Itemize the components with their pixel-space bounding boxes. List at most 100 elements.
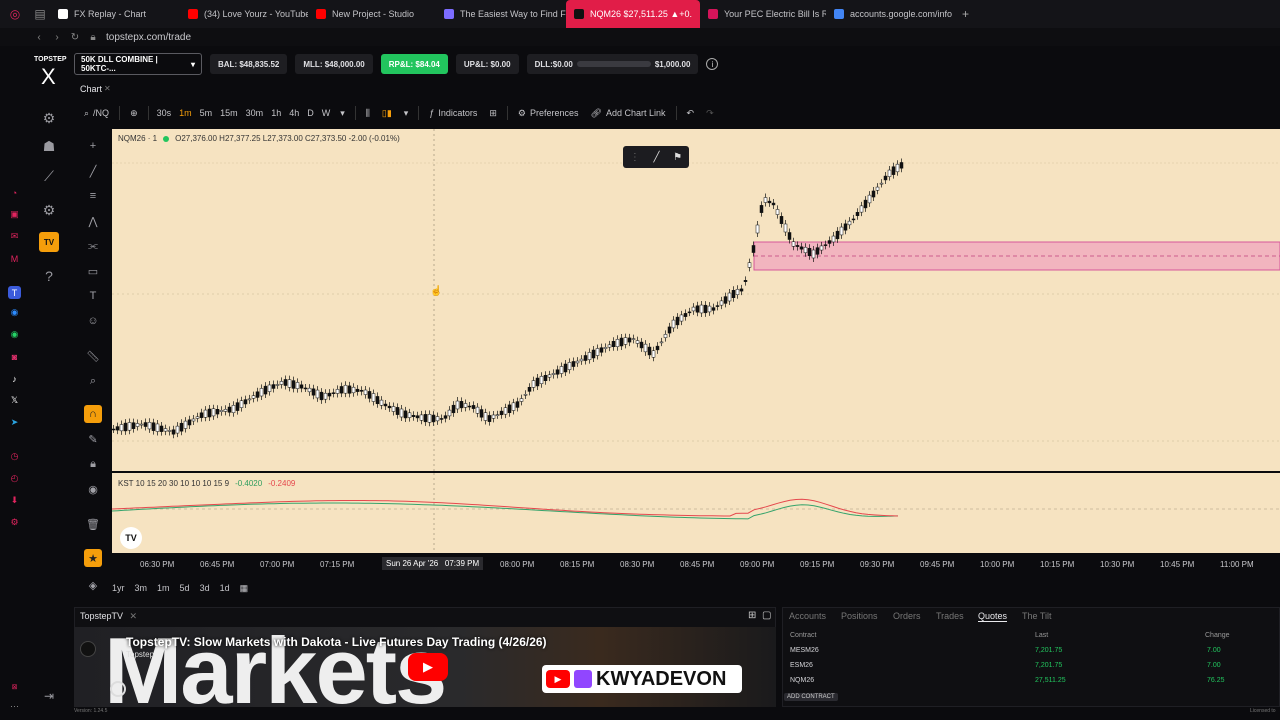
clock-icon[interactable]: ◴ — [8, 472, 21, 485]
flag-icon[interactable]: ⚑ — [673, 152, 682, 163]
add-symbol-icon[interactable]: ⊕ — [124, 103, 144, 123]
tiktok-icon[interactable]: ♪ — [8, 372, 21, 385]
app-icon-1[interactable]: ◔ — [8, 186, 21, 199]
timeframe-5m[interactable]: 5m — [196, 103, 217, 123]
fib-icon[interactable]: ⫘ — [84, 237, 102, 255]
range-1m[interactable]: 1m — [157, 583, 170, 593]
price-chart-canvas[interactable] — [112, 129, 1280, 471]
pencil-lock-icon[interactable]: ✎ — [84, 430, 102, 448]
browser-tab[interactable]: NQM26 $27,511.25 ▲+0. — [566, 0, 700, 28]
forward-icon[interactable]: › — [48, 32, 66, 43]
quotes-tab-positions[interactable]: Positions — [841, 611, 878, 621]
settings-rail-icon[interactable]: ⚙ — [8, 516, 21, 529]
rectangle-icon[interactable]: ▭ — [84, 262, 102, 280]
video-player[interactable]: Markets TopstepTV: Slow Markets with Dak… — [74, 627, 776, 707]
quote-contract[interactable]: ESM26 — [790, 662, 813, 669]
zoom-icon[interactable]: ⌕ — [84, 372, 102, 390]
quotes-tab-the-tilt[interactable]: The Tilt — [1022, 611, 1052, 621]
whatsapp-icon[interactable]: ◉ — [8, 328, 21, 341]
layers-icon[interactable]: ◈ — [84, 576, 102, 594]
browser-tab[interactable]: Your PEC Electric Bill Is R — [700, 0, 826, 28]
drag-handle-icon[interactable]: ⋮ — [630, 152, 640, 163]
quotes-tab-accounts[interactable]: Accounts — [789, 611, 826, 621]
symbol-search[interactable]: ⌕/NQ — [78, 103, 115, 123]
settings-icon[interactable]: ⚙ — [39, 200, 59, 220]
instagram-icon[interactable]: ◙ — [8, 350, 21, 363]
info-icon[interactable]: i — [706, 58, 719, 70]
text-tool-icon[interactable]: T — [84, 287, 102, 305]
range-3d[interactable]: 3d — [200, 583, 210, 593]
emoji-icon[interactable]: ☺ — [84, 312, 102, 330]
quotes-tab-orders[interactable]: Orders — [893, 611, 921, 621]
browser-tab[interactable]: accounts.google.com/info — [826, 0, 954, 28]
quote-contract[interactable]: NQM26 — [790, 677, 814, 684]
trash-icon[interactable]: 🗑︎ — [84, 515, 102, 533]
timeframe-1h[interactable]: 1h — [267, 103, 285, 123]
templates-icon[interactable]: ⊞ — [483, 103, 503, 123]
dashboard-icon[interactable]: ⚙ — [39, 108, 59, 128]
help-icon[interactable]: ? — [39, 266, 59, 286]
indicators-button[interactable]: ƒ Indicators — [423, 103, 483, 123]
timeframe-1m[interactable]: 1m — [175, 103, 196, 123]
timeframe-15m[interactable]: 15m — [216, 103, 242, 123]
back-icon[interactable]: ‹ — [30, 32, 48, 43]
timeframe-30s[interactable]: 30s — [153, 103, 176, 123]
x-icon[interactable]: 𝕏 — [8, 394, 21, 407]
horizontal-lines-icon[interactable]: ≡ — [84, 187, 102, 205]
bar-style-icon[interactable]: ⫼ — [360, 103, 376, 123]
more-rail-icon[interactable]: ⋯ — [8, 700, 21, 713]
download-icon[interactable]: ⬇ — [8, 494, 21, 507]
video-title[interactable]: TopstepTV: Slow Markets with Dakota - Li… — [126, 635, 547, 649]
browser-tab[interactable]: The Easiest Way to Find F — [436, 0, 566, 28]
range-3m[interactable]: 3m — [135, 583, 148, 593]
add-panel-icon[interactable]: ⊞ — [748, 610, 756, 621]
price-chart[interactable]: NQM26 · 1 O27,376.00 H27,377.25 L27,373.… — [112, 129, 1280, 471]
account-selector[interactable]: 50K DLL COMBINE | 50KTC-... ▾ — [74, 53, 202, 75]
channel-avatar[interactable] — [80, 641, 96, 657]
pitchfork-icon[interactable]: ⋀ — [84, 212, 102, 230]
site-info-icon[interactable]: 🔒︎ — [84, 32, 102, 43]
timeframe-chevron-icon[interactable]: ▾ — [334, 103, 351, 123]
calendar-icon[interactable]: ▦ — [240, 583, 249, 594]
new-tab-button[interactable]: + — [954, 7, 977, 21]
undo-icon[interactable]: ↶ — [681, 103, 701, 123]
history-icon[interactable]: ◷ — [8, 450, 21, 463]
telegram-icon[interactable]: ➤ — [8, 416, 21, 429]
gmail-icon[interactable]: M — [8, 252, 21, 265]
performance-icon[interactable]: ⟋ — [39, 166, 59, 186]
tab-overview-icon[interactable]: ▤ — [30, 0, 50, 28]
app-icon-2[interactable]: ▣ — [8, 208, 21, 221]
crosshair-icon[interactable]: + — [84, 137, 102, 155]
watch-later-icon[interactable] — [110, 681, 126, 697]
redo-icon[interactable]: ↷ — [700, 103, 720, 123]
range-1yr[interactable]: 1yr — [112, 583, 125, 593]
quotes-tab-quotes[interactable]: Quotes — [978, 611, 1008, 622]
favorite-star-icon[interactable]: ★ — [84, 549, 102, 567]
tv-close-icon[interactable]: ✕ — [130, 611, 138, 621]
app-icon-3[interactable]: ✉ — [8, 230, 21, 243]
browser-tab[interactable]: (34) Love Yourz - YouTube — [180, 0, 308, 28]
candles-icon[interactable]: ▯▮ — [376, 103, 398, 123]
timeframe-W[interactable]: W — [318, 103, 335, 123]
url-field[interactable]: topstepx.com/trade — [106, 32, 191, 43]
add-contract-button[interactable]: ADD CONTRACT — [784, 693, 838, 701]
indicator-panel[interactable]: KST 10 15 20 30 10 10 10 15 9 -0.4020 -0… — [112, 473, 1280, 553]
quotes-tab-trades[interactable]: Trades — [936, 611, 964, 621]
lock-icon[interactable]: 🔒︎ — [84, 455, 102, 473]
quote-contract[interactable]: MESM26 — [790, 647, 819, 654]
trend-line-icon[interactable]: ╱ — [84, 162, 102, 180]
teams-icon[interactable]: T — [8, 286, 21, 299]
ruler-icon[interactable]: 📏︎ — [84, 347, 102, 365]
chart-type-chevron-icon[interactable]: ▾ — [398, 103, 415, 123]
play-button[interactable]: ▶ — [408, 653, 448, 681]
close-icon[interactable]: ✕ — [104, 84, 111, 93]
range-5d[interactable]: 5d — [180, 583, 190, 593]
maximize-panel-icon[interactable]: ▢ — [762, 610, 771, 621]
logout-icon[interactable]: ⇥ — [39, 686, 59, 706]
timeframe-4h[interactable]: 4h — [285, 103, 303, 123]
browser-menu-icon[interactable]: ◎ — [0, 0, 30, 28]
range-1d[interactable]: 1d — [220, 583, 230, 593]
community-icon[interactable]: ☗ — [39, 136, 59, 156]
messenger-icon[interactable]: ◉ — [8, 306, 21, 319]
timeframe-30m[interactable]: 30m — [242, 103, 268, 123]
